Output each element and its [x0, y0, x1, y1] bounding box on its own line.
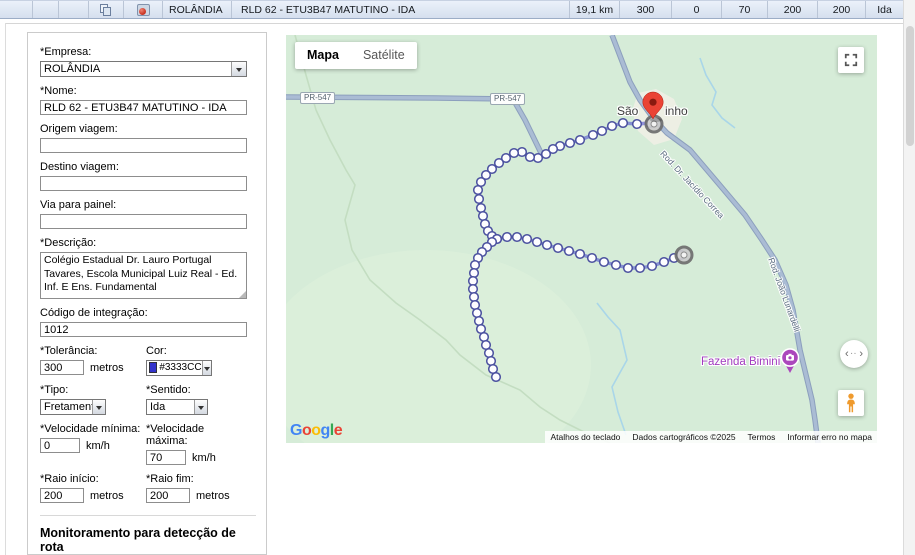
pan-control[interactable]: ‹··›	[840, 340, 868, 368]
nome-input[interactable]	[40, 100, 247, 115]
vel-min-unit: km/h	[86, 440, 110, 452]
poi-label-fazenda-bimini[interactable]: Fazenda Bimini	[701, 356, 780, 368]
map-canvas[interactable]: PR-547 PR-547 Rod. Dr. Jacídio Correa Ro…	[286, 35, 877, 443]
row-cell-direction: Ida	[866, 1, 903, 18]
road-shield-pr547: PR-547	[490, 93, 525, 105]
town-label-left: São	[617, 104, 638, 118]
raio-inicio-input[interactable]	[40, 488, 84, 503]
tolerancia-unit: metros	[90, 362, 124, 374]
terms-link[interactable]: Termos	[748, 432, 776, 442]
vel-max-label: *Velocidade máxima:	[146, 423, 247, 447]
dropdown-arrow-icon[interactable]	[202, 361, 211, 375]
scrollbar-thumb[interactable]	[906, 26, 914, 146]
row-cell-vmin: 0	[672, 1, 722, 18]
vel-max-unit: km/h	[192, 452, 216, 464]
map-data-copyright: Dados cartográficos ©2025	[632, 432, 735, 442]
tab-map[interactable]: Mapa	[295, 42, 351, 69]
show-on-map-icon[interactable]	[137, 4, 150, 16]
route-table-row[interactable]: ROLÂNDIA RLD 62 - ETU3B47 MATUTINO - IDA…	[0, 0, 903, 19]
via-painel-label: Via para painel:	[40, 199, 256, 211]
row-cell-empty-1	[0, 1, 33, 18]
resize-handle-icon[interactable]	[239, 291, 246, 298]
pan-right-icon: ›	[859, 348, 863, 360]
raio-inicio-label: *Raio início:	[40, 473, 146, 485]
tolerancia-label: *Tolerância:	[40, 345, 146, 357]
fullscreen-button[interactable]	[838, 47, 864, 73]
raio-fim-unit: metros	[196, 490, 230, 502]
descricao-label: *Descrição:	[40, 237, 256, 249]
vertical-scrollbar[interactable]	[903, 0, 915, 555]
copy-route-icon[interactable]	[100, 4, 112, 16]
tolerancia-input[interactable]	[40, 360, 84, 375]
row-cell-company: ROLÂNDIA	[163, 1, 232, 18]
destino-input[interactable]	[40, 176, 247, 191]
row-cell-empty-2	[33, 1, 59, 18]
street-view-pegman-button[interactable]	[838, 390, 864, 416]
cor-label: Cor:	[146, 345, 247, 357]
tipo-label: *Tipo:	[40, 384, 146, 396]
row-cell-route-name: RLD 62 - ETU3B47 MATUTINO - IDA	[232, 1, 570, 18]
cor-select[interactable]: #3333CC	[146, 360, 212, 376]
report-map-error-link[interactable]: Informar erro no mapa	[787, 432, 872, 442]
monitoramento-heading: Monitoramento para detecção de rota	[40, 526, 256, 554]
fullscreen-icon	[844, 53, 858, 67]
route-editor-screen: ROLÂNDIA RLD 62 - ETU3B47 MATUTINO - IDA…	[0, 0, 915, 555]
vel-min-label: *Velocidade mínima:	[40, 423, 146, 435]
empresa-label: *Empresa:	[40, 46, 256, 58]
vel-min-input[interactable]	[40, 438, 80, 453]
row-cell-distance: 19,1 km	[570, 1, 620, 18]
sentido-select[interactable]: Ida	[146, 399, 208, 415]
sentido-label: *Sentido:	[146, 384, 247, 396]
tipo-value: Fretamento	[41, 400, 92, 414]
route-form-panel: *Empresa: ROLÂNDIA *Nome: Origem viagem:…	[27, 32, 267, 555]
pan-dots: ··	[851, 351, 858, 358]
descricao-textarea[interactable]: Colégio Estadual Dr. Lauro Portugal Tava…	[40, 252, 247, 299]
poi-pin-icon[interactable]	[780, 348, 800, 374]
map-attribution: Atalhos do teclado Dados cartográficos ©…	[545, 431, 877, 443]
vel-max-input[interactable]	[146, 450, 186, 465]
map-graphics	[286, 35, 877, 443]
row-cell-empty-3	[59, 1, 89, 18]
pan-left-icon: ‹	[845, 348, 849, 360]
row-cell-tolerance: 300	[620, 1, 672, 18]
color-swatch	[149, 362, 157, 373]
via-painel-input[interactable]	[40, 214, 247, 229]
dropdown-arrow-icon[interactable]	[92, 400, 105, 414]
road-shield-pr547: PR-547	[300, 92, 335, 104]
codigo-label: Código de integração:	[40, 307, 256, 319]
pegman-icon	[844, 392, 858, 414]
section-divider	[40, 515, 256, 516]
dropdown-arrow-icon[interactable]	[231, 62, 246, 76]
origem-label: Origem viagem:	[40, 123, 256, 135]
row-cell-radius-end: 200	[818, 1, 866, 18]
tipo-select[interactable]: Fretamento	[40, 399, 106, 415]
row-cell-vmax: 70	[722, 1, 768, 18]
map-type-control: Mapa Satélite	[295, 42, 417, 69]
nome-label: *Nome:	[40, 85, 256, 97]
keyboard-shortcuts-link[interactable]: Atalhos do teclado	[550, 432, 620, 442]
row-cell-copy[interactable]	[89, 1, 124, 18]
sentido-value: Ida	[147, 400, 194, 414]
empresa-select[interactable]: ROLÂNDIA	[40, 61, 247, 77]
raio-inicio-unit: metros	[90, 490, 124, 502]
dropdown-arrow-icon[interactable]	[194, 400, 207, 414]
origem-input[interactable]	[40, 138, 247, 153]
row-cell-radius-start: 200	[768, 1, 818, 18]
codigo-input[interactable]	[40, 322, 247, 337]
tab-satellite[interactable]: Satélite	[351, 42, 417, 69]
google-logo[interactable]: Google	[290, 422, 342, 440]
raio-fim-input[interactable]	[146, 488, 190, 503]
content-top-divider	[5, 23, 903, 24]
town-label-right: inho	[665, 104, 688, 118]
row-cell-map[interactable]	[124, 1, 163, 18]
content-left-border	[5, 23, 6, 555]
raio-fim-label: *Raio fim:	[146, 473, 247, 485]
cor-value: #3333CC	[159, 361, 201, 375]
destino-label: Destino viagem:	[40, 161, 256, 173]
empresa-value: ROLÂNDIA	[41, 62, 231, 76]
